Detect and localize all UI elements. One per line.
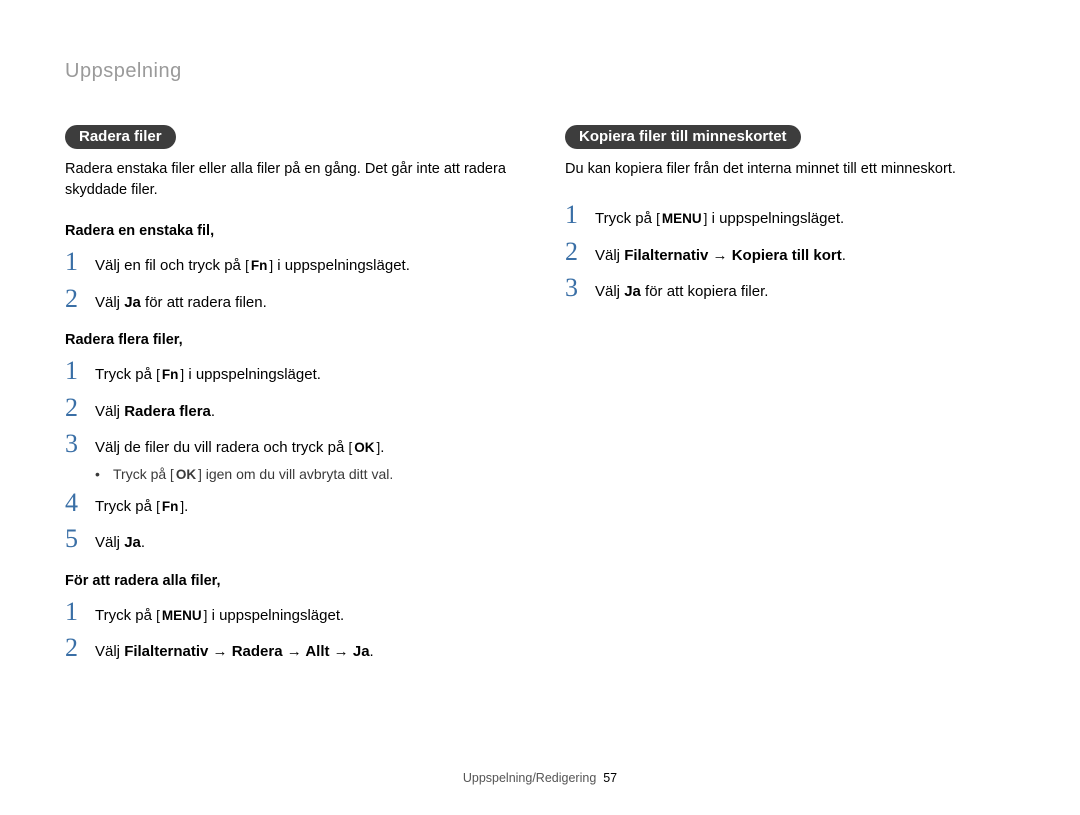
bullet-item: Tryck på OK igen om du vill avbryta ditt… xyxy=(95,466,515,482)
delete-intro: Radera enstaka filer eller alla filer på… xyxy=(65,159,515,201)
text-frag: Tryck på xyxy=(95,366,156,383)
text-frag: igen om du vill avbryta ditt val. xyxy=(202,466,393,482)
text-frag: Välj xyxy=(595,283,624,300)
page-footer: Uppspelning/Redigering 57 xyxy=(0,771,1080,785)
step-item: 2 Välj Radera flera. xyxy=(65,395,515,424)
subhead-delete-single: Radera en enstaka fil, xyxy=(65,223,515,239)
key-fn: Fn xyxy=(156,365,184,385)
bold-term: Radera flera xyxy=(124,403,211,420)
step-text: Tryck på MENU i uppspelningsläget. xyxy=(595,204,844,231)
text-frag: . xyxy=(380,439,384,456)
text-frag: Välj xyxy=(95,294,124,311)
step-item: 5 Välj Ja. xyxy=(65,526,515,555)
text-frag: . xyxy=(184,498,188,515)
text-frag: Välj de filer du vill radera och tryck p… xyxy=(95,439,348,456)
step-text: Välj Filalternativ → Kopiera till kort. xyxy=(595,241,846,268)
step-number: 1 xyxy=(65,599,95,625)
step-number: 5 xyxy=(65,526,95,552)
footer-section: Uppspelning/Redigering xyxy=(463,771,596,785)
text-frag: i uppspelningsläget. xyxy=(207,607,344,624)
step-number: 1 xyxy=(65,249,95,275)
text-frag: . xyxy=(211,403,215,420)
step-item: 1 Tryck på Fn i uppspelningsläget. xyxy=(65,358,515,387)
text-frag: Välj en fil och tryck på xyxy=(95,257,245,274)
left-column: Radera filer Radera enstaka filer eller … xyxy=(65,125,515,672)
copy-intro: Du kan kopiera filer från det interna mi… xyxy=(565,159,1015,180)
step-number: 3 xyxy=(565,275,595,301)
text-frag: i uppspelningsläget. xyxy=(273,257,410,274)
step-item: 1 Tryck på MENU i uppspelningsläget. xyxy=(565,202,1015,231)
text-frag: Välj xyxy=(95,643,124,660)
text-frag: . xyxy=(842,247,846,264)
key-menu: MENU xyxy=(656,209,707,229)
bold-term: Ja xyxy=(124,294,141,311)
step-text: Välj Ja för att kopiera filer. xyxy=(595,277,768,304)
page-breadcrumb: Uppspelning xyxy=(65,60,1015,83)
key-fn: Fn xyxy=(245,256,273,276)
step-number: 2 xyxy=(565,239,595,265)
step-number: 3 xyxy=(65,431,95,457)
text-frag: . xyxy=(370,643,374,660)
step-text: Välj Radera flera. xyxy=(95,397,215,424)
text-frag: Välj xyxy=(95,534,124,551)
step-text: Tryck på Fn. xyxy=(95,492,188,519)
step-number: 1 xyxy=(65,358,95,384)
step-number: 2 xyxy=(65,286,95,312)
bold-term: Ja xyxy=(624,283,641,300)
text-frag: Tryck på xyxy=(113,466,170,482)
bold-term: Ja xyxy=(124,534,141,551)
subhead-delete-all: För att radera alla filer, xyxy=(65,573,515,589)
text-frag: . xyxy=(141,534,145,551)
step-item: 3 Välj de filer du vill radera och tryck… xyxy=(65,431,515,460)
key-ok: OK xyxy=(348,438,380,458)
step-item: 2 Välj Ja för att radera filen. xyxy=(65,286,515,315)
text-frag: i uppspelningsläget. xyxy=(707,210,844,227)
key-fn: Fn xyxy=(156,497,184,517)
bold-term: Filalternativ → Kopiera till kort xyxy=(624,247,842,264)
step-number: 4 xyxy=(65,490,95,516)
bold-term: Filalternativ → Radera → Allt → Ja xyxy=(124,643,369,660)
step-item: 1 Tryck på MENU i uppspelningsläget. xyxy=(65,599,515,628)
key-ok: OK xyxy=(170,467,202,482)
step-item: 2 Välj Filalternativ → Radera → Allt → J… xyxy=(65,635,515,664)
text-frag: Tryck på xyxy=(95,607,156,624)
step-item: 3 Välj Ja för att kopiera filer. xyxy=(565,275,1015,304)
step-text: Tryck på MENU i uppspelningsläget. xyxy=(95,601,344,628)
text-frag: Tryck på xyxy=(95,498,156,515)
step-number: 2 xyxy=(65,395,95,421)
step-text: Välj Ja. xyxy=(95,528,145,555)
key-menu: MENU xyxy=(156,606,207,626)
step-text: Välj en fil och tryck på Fn i uppspelnin… xyxy=(95,251,410,278)
subhead-delete-multiple: Radera flera filer, xyxy=(65,332,515,348)
step-number: 2 xyxy=(65,635,95,661)
footer-page-number: 57 xyxy=(603,771,617,785)
step-text: Välj Ja för att radera filen. xyxy=(95,288,267,315)
pill-copy-files: Kopiera filer till minneskortet xyxy=(565,125,801,149)
text-frag: för att kopiera filer. xyxy=(641,283,769,300)
pill-delete-files: Radera filer xyxy=(65,125,176,149)
text-frag: Tryck på xyxy=(595,210,656,227)
step-text: Välj Filalternativ → Radera → Allt → Ja. xyxy=(95,637,374,664)
step-item: 1 Välj en fil och tryck på Fn i uppspeln… xyxy=(65,249,515,278)
bullet-text: Tryck på OK igen om du vill avbryta ditt… xyxy=(113,466,393,482)
text-frag: Välj xyxy=(95,403,124,420)
step-text: Välj de filer du vill radera och tryck p… xyxy=(95,433,384,460)
step-item: 4 Tryck på Fn. xyxy=(65,490,515,519)
step-number: 1 xyxy=(565,202,595,228)
step-text: Tryck på Fn i uppspelningsläget. xyxy=(95,360,321,387)
right-column: Kopiera filer till minneskortet Du kan k… xyxy=(565,125,1015,672)
text-frag: Välj xyxy=(595,247,624,264)
step-item: 2 Välj Filalternativ → Kopiera till kort… xyxy=(565,239,1015,268)
text-frag: för att radera filen. xyxy=(141,294,267,311)
text-frag: i uppspelningsläget. xyxy=(184,366,321,383)
